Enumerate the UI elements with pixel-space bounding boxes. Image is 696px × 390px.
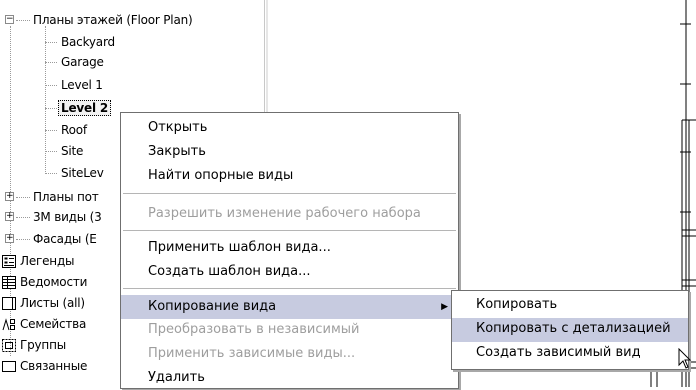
- tree-node-label: Группы: [20, 338, 67, 352]
- tree-node-label: 3М виды (3: [33, 210, 102, 224]
- expand-toggle-icon[interactable]: +: [5, 192, 14, 201]
- tree-node-label: SiteLev: [61, 166, 104, 180]
- menu-item-convert-to-independent[interactable]: Преобразовать в независимый: [121, 318, 458, 342]
- tree-connector-line: [16, 20, 30, 21]
- menu-item-open[interactable]: Открыть: [121, 116, 458, 140]
- tree-connector-line: [16, 239, 30, 240]
- expand-toggle-icon[interactable]: +: [5, 234, 14, 243]
- expand-toggle-icon[interactable]: +: [5, 212, 14, 221]
- tree-connector-line: [45, 173, 57, 174]
- tree-node-view[interactable]: Roof: [61, 121, 87, 139]
- tree-node-view[interactable]: SiteLev: [61, 164, 104, 182]
- tree-node-group[interactable]: Планы пот: [33, 188, 99, 206]
- tree-node-label: Garage: [61, 55, 104, 69]
- tree-connector-line: [45, 130, 57, 131]
- tree-node-label: Ведомости: [20, 275, 88, 289]
- tree-connector-line: [45, 62, 57, 63]
- tree-node-label: Фасады (Е: [33, 232, 97, 246]
- tree-connector-line: [45, 151, 57, 152]
- tree-node-view[interactable]: Site: [61, 142, 83, 160]
- mouse-cursor-icon: [678, 348, 692, 369]
- menu-item-create-view-template[interactable]: Создать шаблон вида...: [121, 260, 458, 284]
- menu-item-delete[interactable]: Удалить: [121, 366, 458, 390]
- submenu-arrow-icon: ▶: [441, 302, 448, 312]
- submenu-item-duplicate[interactable]: Копировать: [452, 294, 688, 318]
- tree-node-label: Листы (all): [20, 296, 85, 310]
- context-menu: Открыть Закрыть Найти опорные виды Разре…: [120, 112, 459, 389]
- menu-item-allow-workset-change[interactable]: Разрешить изменение рабочего набора: [121, 202, 458, 226]
- menu-item-find-referring-views[interactable]: Найти опорные виды: [121, 164, 458, 188]
- tree-node-label: Планы этажей (Floor Plan): [33, 13, 193, 27]
- menu-item-apply-view-template[interactable]: Применить шаблон вида...: [121, 236, 458, 260]
- sheets-icon: [2, 297, 16, 310]
- submenu-item-duplicate-as-dependent[interactable]: Создать зависимый вид: [452, 342, 688, 366]
- tree-connector-line: [45, 42, 57, 43]
- tree-node-view-selected[interactable]: Level 2: [58, 99, 111, 117]
- copy-view-submenu: Копировать Копировать с детализацией Соз…: [451, 290, 689, 370]
- tree-node-label: Связанные: [20, 359, 88, 373]
- tree-node-view[interactable]: Backyard: [61, 33, 115, 51]
- tree-connector-line: [45, 108, 57, 109]
- tree-node-view[interactable]: Level 1: [61, 76, 103, 94]
- tree-node-label: Level 1: [61, 78, 103, 92]
- menu-separator: [123, 230, 456, 231]
- menu-item-label: Копирование вида: [148, 299, 277, 314]
- tree-connector-line: [45, 85, 57, 86]
- tree-connector-line: [16, 217, 30, 218]
- menu-item-close[interactable]: Закрыть: [121, 140, 458, 164]
- menu-item-apply-dependent-views[interactable]: Применить зависимые виды...: [121, 342, 458, 366]
- schedules-icon: [2, 276, 16, 289]
- tree-node-group[interactable]: 3М виды (3: [33, 208, 102, 226]
- tree-node-label: Семейства: [20, 317, 87, 331]
- tree-node-label: Планы пот: [33, 190, 99, 204]
- tree-node-floor-plans[interactable]: Планы этажей (Floor Plan): [33, 11, 193, 29]
- menu-separator: [123, 288, 456, 289]
- groups-icon: [2, 339, 16, 352]
- menu-separator: [123, 193, 456, 194]
- tree-connector-line: [16, 197, 30, 198]
- submenu-item-duplicate-with-detailing[interactable]: Копировать с детализацией: [452, 318, 688, 342]
- links-icon: [2, 361, 16, 372]
- tree-node-label: Roof: [61, 123, 87, 137]
- legends-icon: [2, 255, 16, 268]
- tree-node-label: Level 2: [58, 100, 111, 116]
- tree-node-view[interactable]: Garage: [61, 53, 104, 71]
- menu-item-copy-view[interactable]: Копирование вида ▶: [121, 295, 458, 319]
- tree-node-label: Backyard: [61, 35, 115, 49]
- tree-node-label: Site: [61, 144, 84, 158]
- tree-node-group[interactable]: Фасады (Е: [33, 230, 97, 248]
- tree-node-label: Легенды: [20, 254, 75, 268]
- collapse-toggle-icon[interactable]: −: [5, 15, 14, 24]
- families-icon: [2, 318, 15, 331]
